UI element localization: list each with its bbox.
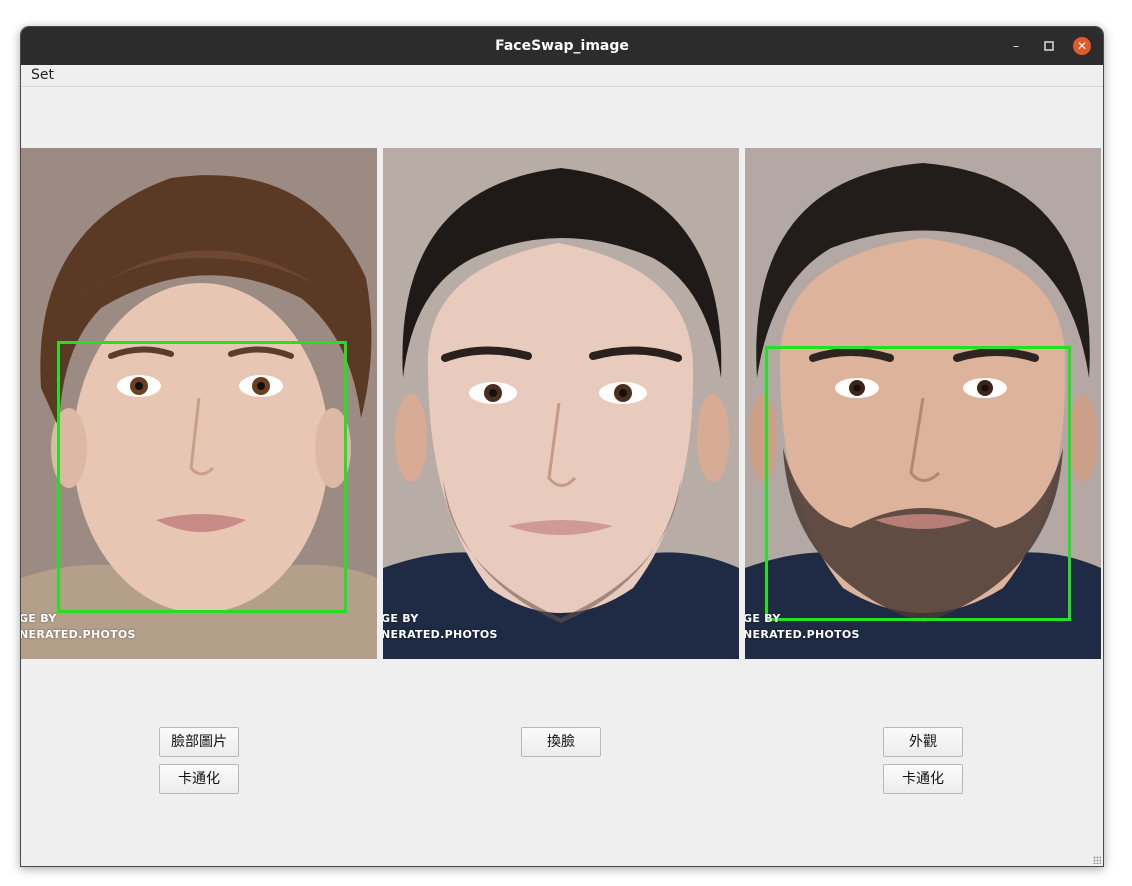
appearance-button[interactable]: 外觀 [883,727,963,757]
cartoonize-left-button[interactable]: 卡通化 [159,764,239,794]
menu-bar: Set [21,65,1103,87]
face-detection-box [57,341,347,613]
image-watermark: GE BY NERATED.PHOTOS [383,612,498,641]
app-window: FaceSwap_image – ✕ Set GE BY NERATED.PHO… [20,26,1104,867]
target-appearance-image: GE BY NERATED.PHOTOS [745,148,1101,659]
face-detection-box [765,346,1071,621]
close-icon[interactable]: ✕ [1073,37,1091,55]
minimize-icon[interactable]: – [1006,36,1026,56]
swap-face-button[interactable]: 換臉 [521,727,601,757]
maximize-icon[interactable] [1039,36,1059,56]
source-face-image: GE BY NERATED.PHOTOS [21,148,377,659]
cartoonize-right-button[interactable]: 卡通化 [883,764,963,794]
resize-grip-icon[interactable] [1093,856,1101,864]
image-watermark: GE BY NERATED.PHOTOS [745,612,860,641]
menu-item-set[interactable]: Set [31,67,54,83]
title-bar[interactable]: FaceSwap_image – ✕ [21,27,1103,65]
image-watermark: GE BY NERATED.PHOTOS [21,612,136,641]
swapped-result-image: GE BY NERATED.PHOTOS [383,148,739,659]
face-image-button[interactable]: 臉部圖片 [159,727,239,757]
window-title: FaceSwap_image [495,38,629,54]
